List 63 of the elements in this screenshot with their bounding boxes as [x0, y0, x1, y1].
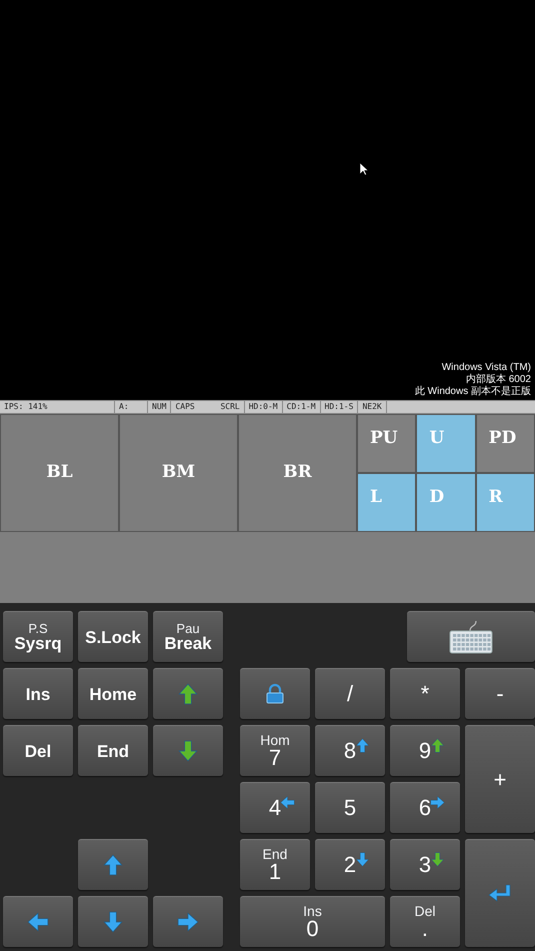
arrow-up-icon [102, 854, 124, 876]
key[interactable]: End 1 [240, 839, 310, 890]
key[interactable]: 5 [315, 782, 385, 833]
arrow-right-icon [430, 795, 446, 810]
key[interactable] [153, 725, 223, 776]
direction-key[interactable]: PU [358, 415, 416, 472]
key[interactable]: P.S Sysrq [3, 611, 73, 662]
key[interactable] [3, 896, 73, 947]
key[interactable]: Del . [390, 896, 460, 947]
arrow-up-icon [177, 683, 199, 705]
mouse-button[interactable]: BL [1, 415, 118, 531]
key[interactable]: Ins 0 [240, 896, 385, 947]
key[interactable]: 2 [315, 839, 385, 890]
key[interactable]: Home [78, 668, 148, 719]
key[interactable]: Del [3, 725, 73, 776]
key[interactable]: 6 [390, 782, 460, 833]
key[interactable] [78, 896, 148, 947]
key[interactable]: Ins [3, 668, 73, 719]
key[interactable] [407, 611, 535, 662]
key[interactable] [153, 896, 223, 947]
direction-key[interactable]: PD [476, 415, 534, 472]
mouse-cursor-icon [360, 163, 369, 176]
key[interactable]: S.Lock [78, 611, 148, 662]
arrow-down-icon [177, 740, 199, 762]
version-text: Windows Vista (TM) [442, 362, 531, 374]
arrow-up-icon [430, 738, 446, 753]
key[interactable]: * [390, 668, 460, 719]
status-cell: HD:0-M [244, 401, 283, 413]
arrow-up-icon [355, 738, 370, 753]
key[interactable] [153, 668, 223, 719]
status-cell: SCRL [216, 401, 245, 413]
arrow-right-icon [177, 911, 199, 933]
key[interactable]: 3 [390, 839, 460, 890]
key[interactable] [240, 668, 310, 719]
status-cell-text: CAPS [174, 401, 196, 413]
key[interactable]: End [78, 725, 148, 776]
mouse-button[interactable]: BR [239, 415, 356, 531]
arrow-down-icon [355, 852, 370, 867]
key[interactable]: / [315, 668, 385, 719]
version-text: 此 Windows 副本不是正版 [414, 386, 531, 398]
key[interactable]: Hom 7 [240, 725, 310, 776]
key[interactable]: - [465, 668, 535, 719]
arrow-left-icon [27, 911, 49, 933]
lock-icon [264, 683, 286, 705]
key[interactable]: 8 [315, 725, 385, 776]
key[interactable]: + [465, 725, 535, 833]
status-cell: HD:1-S [320, 401, 358, 413]
enter-icon [487, 882, 513, 904]
status-cell: NUM [148, 401, 172, 413]
key[interactable]: 4 [240, 782, 310, 833]
keyboard-icon [448, 619, 494, 655]
status-cell: IPS: 141% [0, 401, 115, 413]
status-cell: CD:1-M [282, 401, 321, 413]
status-cell: A: [115, 401, 148, 413]
status-cell: NE2K [358, 401, 387, 413]
key[interactable]: 9 [390, 725, 460, 776]
arrow-down-icon [102, 911, 124, 933]
arrow-down-icon [430, 852, 446, 867]
version-text: 内部版本 6002 [466, 374, 531, 386]
key[interactable] [78, 839, 148, 890]
mouse-button[interactable]: BM [120, 415, 237, 531]
arrow-left-icon [280, 795, 296, 810]
key[interactable]: Pau Break [153, 611, 223, 662]
